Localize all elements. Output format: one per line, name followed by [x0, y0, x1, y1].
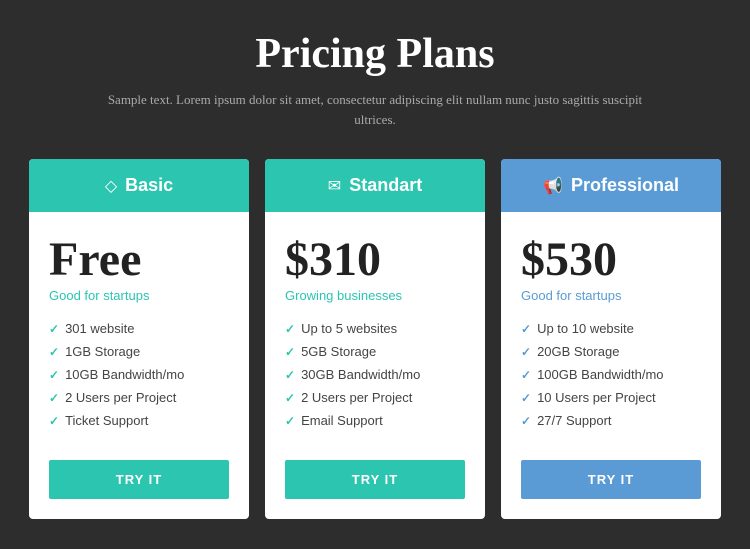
- feature-text: Ticket Support: [65, 413, 148, 428]
- check-icon: ✓: [49, 322, 59, 336]
- plan-price-basic: Free: [49, 236, 229, 284]
- feature-item: ✓ 1GB Storage: [49, 344, 229, 359]
- plan-price-professional: $530: [521, 236, 701, 284]
- check-icon: ✓: [285, 391, 295, 405]
- feature-text: 2 Users per Project: [65, 390, 176, 405]
- plan-name-standart: Standart: [349, 175, 422, 196]
- plan-price-standart: $310: [285, 236, 465, 284]
- feature-item: ✓ Up to 5 websites: [285, 321, 465, 336]
- plan-header-basic: ◇ Basic: [29, 159, 249, 212]
- plan-features-professional: ✓ Up to 10 website ✓ 20GB Storage ✓ 100GB Ban…: [521, 321, 701, 436]
- plan-features-basic: ✓ 301 website ✓ 1GB Storage ✓ 10GB Bandwidth/…: [49, 321, 229, 436]
- check-icon: ✓: [521, 322, 531, 336]
- feature-text: 100GB Bandwidth/mo: [537, 367, 663, 382]
- check-icon: ✓: [521, 368, 531, 382]
- feature-item: ✓ 10GB Bandwidth/mo: [49, 367, 229, 382]
- feature-item: ✓ 20GB Storage: [521, 344, 701, 359]
- plan-tagline-basic: Good for startups: [49, 288, 229, 303]
- check-icon: ✓: [49, 345, 59, 359]
- check-icon: ✓: [521, 391, 531, 405]
- page-title: Pricing Plans: [255, 30, 494, 78]
- try-button-professional[interactable]: TRY IT: [521, 460, 701, 499]
- feature-text: 27/7 Support: [537, 413, 611, 428]
- plan-name-basic: Basic: [125, 175, 173, 196]
- plan-header-standart: ✉ Standart: [265, 159, 485, 212]
- plan-body-basic: Free Good for startups ✓ 301 website ✓ 1GB St…: [29, 212, 249, 519]
- feature-text: 5GB Storage: [301, 344, 376, 359]
- check-icon: ✓: [285, 322, 295, 336]
- plan-tagline-professional: Good for startups: [521, 288, 701, 303]
- feature-item: ✓ Email Support: [285, 413, 465, 428]
- plan-card-standart: ✉ Standart $310 Growing businesses ✓ Up to 5 …: [265, 159, 485, 519]
- check-icon: ✓: [49, 368, 59, 382]
- plan-tagline-standart: Growing businesses: [285, 288, 465, 303]
- feature-text: 1GB Storage: [65, 344, 140, 359]
- feature-text: 30GB Bandwidth/mo: [301, 367, 420, 382]
- plan-icon-professional: 📢: [543, 176, 563, 196]
- feature-text: 2 Users per Project: [301, 390, 412, 405]
- try-button-standart[interactable]: TRY IT: [285, 460, 465, 499]
- feature-item: ✓ Up to 10 website: [521, 321, 701, 336]
- feature-text: Up to 10 website: [537, 321, 634, 336]
- feature-item: ✓ 5GB Storage: [285, 344, 465, 359]
- try-button-basic[interactable]: TRY IT: [49, 460, 229, 499]
- feature-item: ✓ 301 website: [49, 321, 229, 336]
- feature-item: ✓ 10 Users per Project: [521, 390, 701, 405]
- feature-text: 10 Users per Project: [537, 390, 656, 405]
- check-icon: ✓: [285, 345, 295, 359]
- plan-features-standart: ✓ Up to 5 websites ✓ 5GB Storage ✓ 30GB Bandw…: [285, 321, 465, 436]
- plan-name-professional: Professional: [571, 175, 679, 196]
- feature-item: ✓ 2 Users per Project: [49, 390, 229, 405]
- check-icon: ✓: [521, 345, 531, 359]
- check-icon: ✓: [285, 414, 295, 428]
- plan-body-standart: $310Growing businesses✓Up to 5 websites✓…: [265, 212, 485, 519]
- check-icon: ✓: [49, 391, 59, 405]
- feature-text: 10GB Bandwidth/mo: [65, 367, 184, 382]
- feature-item: ✓ 100GB Bandwidth/mo: [521, 367, 701, 382]
- feature-item: ✓ Ticket Support: [49, 413, 229, 428]
- feature-item: ✓ 27/7 Support: [521, 413, 701, 428]
- check-icon: ✓: [49, 414, 59, 428]
- plan-icon-standart: ✉: [328, 176, 341, 196]
- feature-text: 20GB Storage: [537, 344, 619, 359]
- plan-card-professional: 📢 Professional $530 Good for startups ✓ Up to…: [501, 159, 721, 519]
- plan-body-professional: $530 Good for startups ✓ Up to 10 website ✓ 2…: [501, 212, 721, 519]
- plan-card-basic: ◇BasicFreeGood for startups✓301 website✓…: [29, 159, 249, 519]
- feature-text: Email Support: [301, 413, 383, 428]
- page-subtitle: Sample text. Lorem ipsum dolor sit amet,…: [105, 90, 645, 129]
- plan-header-professional: 📢 Professional: [501, 159, 721, 212]
- feature-item: ✓ 2 Users per Project: [285, 390, 465, 405]
- plan-icon-basic: ◇: [105, 176, 117, 196]
- check-icon: ✓: [521, 414, 531, 428]
- feature-item: ✓ 30GB Bandwidth/mo: [285, 367, 465, 382]
- feature-text: 301 website: [65, 321, 134, 336]
- plans-container: ◇BasicFreeGood for startups✓301 website✓…: [20, 159, 730, 519]
- feature-text: Up to 5 websites: [301, 321, 397, 336]
- check-icon: ✓: [285, 368, 295, 382]
